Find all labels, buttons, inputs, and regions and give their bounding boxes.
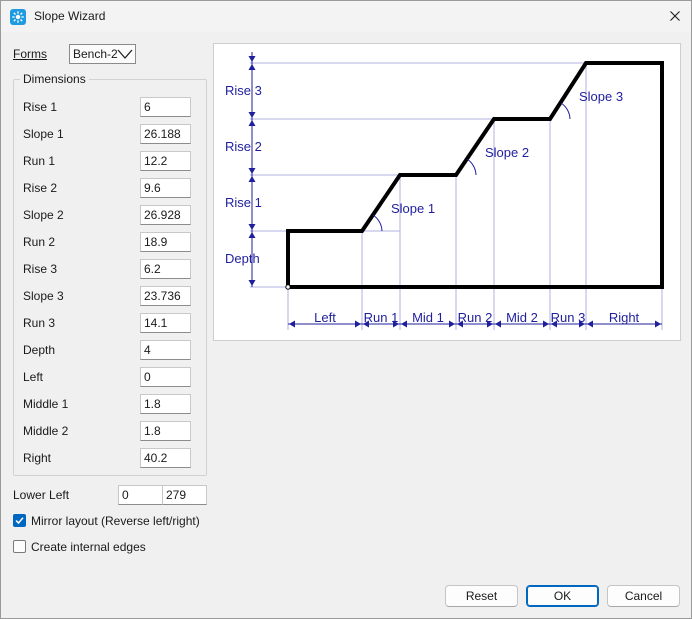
vertical-dimension-label: Rise 3 bbox=[225, 83, 262, 98]
dimension-label: Left bbox=[23, 370, 44, 384]
internal-edges-checkbox[interactable] bbox=[13, 540, 26, 553]
window-title: Slope Wizard bbox=[34, 9, 106, 23]
dimension-label: Slope 3 bbox=[23, 289, 64, 303]
forms-select[interactable]: Bench-2 bbox=[69, 44, 136, 64]
cancel-button[interactable]: Cancel bbox=[607, 585, 680, 607]
dimension-label: Run 2 bbox=[23, 235, 56, 249]
dimension-label: Rise 2 bbox=[23, 181, 58, 195]
slope-angle-arc bbox=[560, 102, 571, 120]
slope-wizard-window: Slope Wizard Forms Bench-2 Dimensions Ri… bbox=[0, 0, 692, 619]
slope-label: Slope 1 bbox=[391, 201, 435, 216]
dimension-arrow bbox=[543, 320, 549, 328]
dimension-arrow bbox=[248, 120, 256, 126]
app-icon bbox=[10, 9, 26, 25]
horizontal-dimension-label: Run 1 bbox=[364, 310, 399, 325]
dimension-arrow bbox=[248, 176, 256, 182]
slope-diagram-panel: Rise 3 Rise 2 Rise 1 Depth Slope 1 Slope 2 Slo… bbox=[213, 43, 681, 341]
horizontal-dimension-label: Run 2 bbox=[458, 310, 493, 325]
slope-label: Slope 2 bbox=[485, 145, 529, 160]
dimension-arrow bbox=[248, 64, 256, 70]
horizontal-dimension-label: Right bbox=[609, 310, 640, 325]
slope-diagram: Rise 3 Rise 2 Rise 1 Depth Slope 1 Slope 2 Slo… bbox=[225, 52, 664, 330]
dimension-label: Right bbox=[23, 451, 52, 465]
dimension-label: Run 1 bbox=[23, 154, 56, 168]
dimension-label: Run 3 bbox=[23, 316, 56, 330]
dimension-input[interactable]: 40.2 bbox=[140, 448, 191, 468]
dimension-arrow bbox=[655, 320, 661, 328]
lower-left-y-input[interactable]: 279 bbox=[162, 485, 207, 505]
dimension-arrow bbox=[587, 320, 593, 328]
horizontal-dimension-label: Mid 1 bbox=[412, 310, 444, 325]
dimension-input[interactable]: 4 bbox=[140, 340, 191, 360]
close-icon bbox=[670, 11, 680, 21]
dimensions-group-title: Dimensions bbox=[20, 72, 89, 86]
dimension-arrow bbox=[495, 320, 501, 328]
dimension-arrow bbox=[289, 320, 295, 328]
dimension-input[interactable]: 0 bbox=[140, 367, 191, 387]
ok-button[interactable]: OK bbox=[526, 585, 599, 607]
dimension-input[interactable]: 26.188 bbox=[140, 124, 191, 144]
checkmark-icon bbox=[15, 517, 24, 525]
dimension-input[interactable]: 1.8 bbox=[140, 394, 191, 414]
dimension-label: Slope 1 bbox=[23, 127, 64, 141]
mirror-layout-label: Mirror layout (Reverse left/right) bbox=[31, 514, 200, 528]
reset-button[interactable]: Reset bbox=[445, 585, 518, 607]
dimension-input[interactable]: 9.6 bbox=[140, 178, 191, 198]
vertical-dimension-label: Rise 1 bbox=[225, 195, 262, 210]
forms-selected-value: Bench-2 bbox=[73, 47, 118, 61]
close-button[interactable] bbox=[661, 5, 689, 27]
dimension-arrow bbox=[248, 280, 256, 286]
dimension-arrow bbox=[248, 168, 256, 174]
vertical-dimension-label: Rise 2 bbox=[225, 139, 262, 154]
slope-label: Slope 3 bbox=[579, 89, 623, 104]
horizontal-dimension-label: Mid 2 bbox=[506, 310, 538, 325]
horizontal-dimension-label: Left bbox=[314, 310, 336, 325]
dimension-input[interactable]: 14.1 bbox=[140, 313, 191, 333]
lower-left-label: Lower Left bbox=[13, 488, 70, 502]
lower-left-x-input[interactable]: 0 bbox=[118, 485, 163, 505]
dimension-label: Slope 2 bbox=[23, 208, 64, 222]
forms-label-text: Forms bbox=[13, 47, 47, 61]
dimension-label: Rise 1 bbox=[23, 100, 58, 114]
internal-edges-label: Create internal edges bbox=[31, 540, 146, 554]
dimension-arrow bbox=[248, 232, 256, 238]
dimension-arrow bbox=[248, 56, 256, 62]
dimension-input[interactable]: 6.2 bbox=[140, 259, 191, 279]
forms-label: Forms bbox=[13, 47, 47, 61]
title-bar: Slope Wizard bbox=[1, 1, 691, 32]
dimension-arrow bbox=[248, 224, 256, 230]
dimension-input[interactable]: 23.736 bbox=[140, 286, 191, 306]
lower-left-anchor bbox=[285, 284, 291, 290]
slope-angle-arc bbox=[372, 214, 383, 232]
dimension-label: Middle 2 bbox=[23, 424, 69, 438]
dimension-label: Middle 1 bbox=[23, 397, 69, 411]
horizontal-dimension-label: Run 3 bbox=[551, 310, 586, 325]
dimension-input[interactable]: 6 bbox=[140, 97, 191, 117]
mirror-layout-checkbox[interactable] bbox=[13, 514, 26, 527]
dimension-label: Rise 3 bbox=[23, 262, 58, 276]
dimension-input[interactable]: 18.9 bbox=[140, 232, 191, 252]
chevron-down-icon bbox=[117, 49, 133, 59]
vertical-dimension-label: Depth bbox=[225, 251, 260, 266]
dimension-input[interactable]: 12.2 bbox=[140, 151, 191, 171]
dimension-arrow bbox=[401, 320, 407, 328]
dimension-arrow bbox=[248, 112, 256, 118]
slope-angle-arc bbox=[466, 158, 477, 176]
dimension-label: Depth bbox=[23, 343, 56, 357]
dimension-arrow bbox=[449, 320, 455, 328]
dimension-input[interactable]: 26.928 bbox=[140, 205, 191, 225]
dimension-arrow bbox=[355, 320, 361, 328]
dimension-input[interactable]: 1.8 bbox=[140, 421, 191, 441]
